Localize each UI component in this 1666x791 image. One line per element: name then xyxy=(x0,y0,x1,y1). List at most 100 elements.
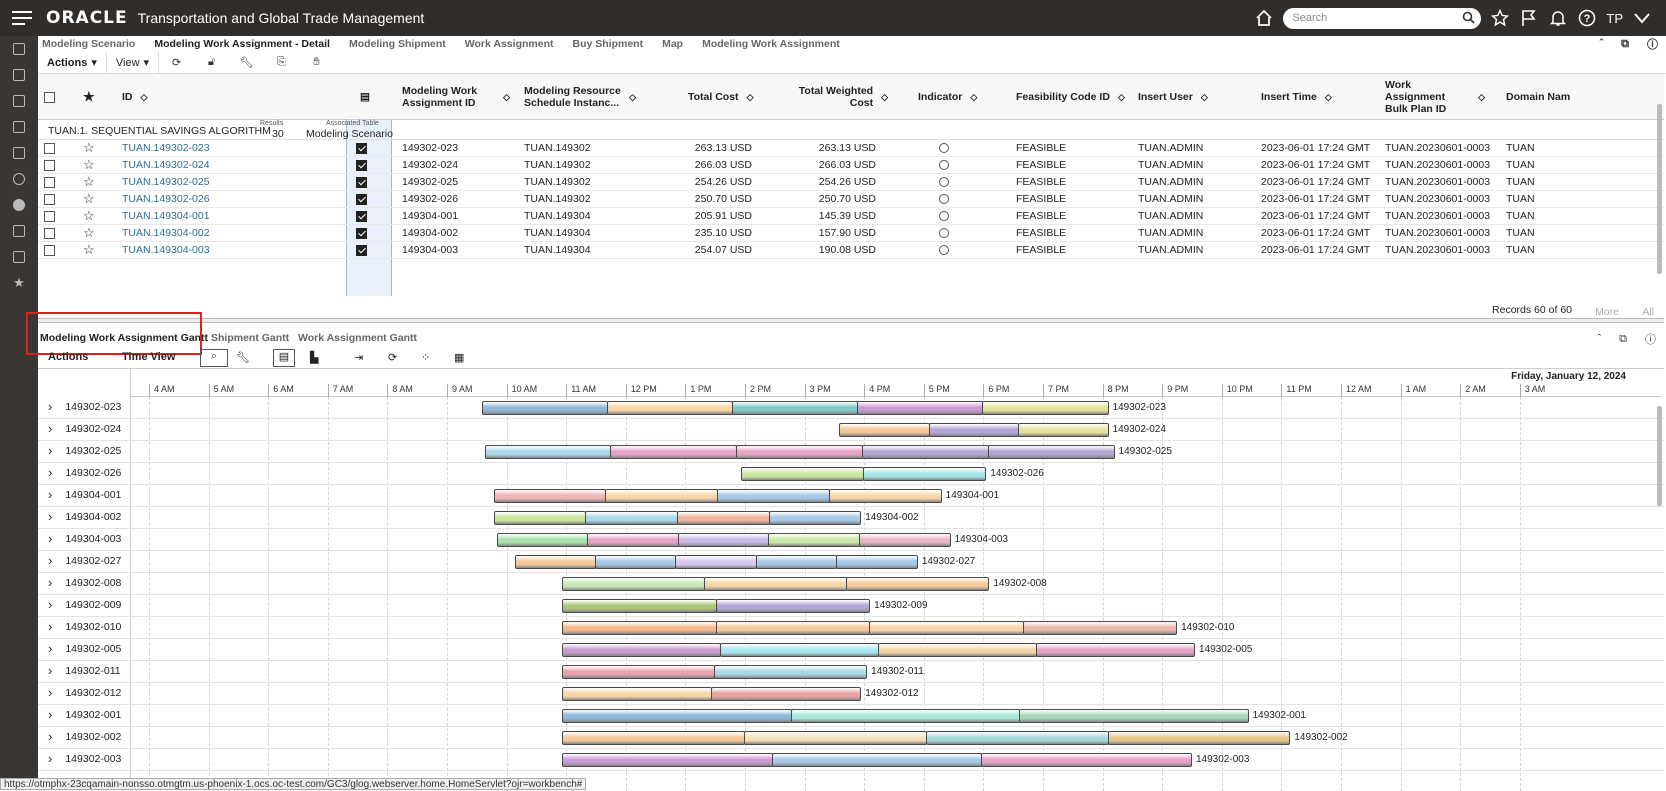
gantt-bar-segment[interactable] xyxy=(717,489,830,503)
gantt-scrollbar[interactable] xyxy=(1657,406,1662,506)
table-row[interactable]: ☆ TUAN.149302-023 149302-023 TUAN.149302 263… xyxy=(38,140,1664,157)
gantt-bar-segment[interactable] xyxy=(481,401,608,415)
expand-chevron-icon[interactable]: › xyxy=(48,619,52,634)
sidebar-star-icon[interactable]: ★ xyxy=(0,270,38,296)
panel-splitter[interactable] xyxy=(38,318,1664,323)
gantt-bar-segment[interactable] xyxy=(869,621,1024,635)
gantt-grid-icon[interactable]: ⁘ xyxy=(421,351,430,364)
gantt-row[interactable]: › 149302-025 149302-025 xyxy=(38,441,1664,463)
expand-chevron-icon[interactable]: › xyxy=(48,597,52,612)
gantt-bar-segment[interactable] xyxy=(755,555,838,569)
bell-icon[interactable] xyxy=(1548,8,1568,28)
table-row[interactable]: ☆ TUAN.149304-001 149304-001 TUAN.149304 205… xyxy=(38,208,1664,225)
info-icon[interactable]: ⓘ xyxy=(1647,36,1658,52)
sidebar-info-icon[interactable] xyxy=(0,192,38,218)
time-view-menu[interactable]: Time View xyxy=(122,351,175,363)
row-id-link[interactable]: TUAN.149302-026 xyxy=(122,191,210,208)
gantt-row[interactable]: › 149302-026 149302-026 xyxy=(38,463,1664,485)
col-bulk-plan[interactable]: Work Assignment Bulk Plan ID ◇ xyxy=(1385,74,1485,120)
gantt-bar-segment[interactable] xyxy=(771,753,983,767)
indicator-radio[interactable] xyxy=(939,225,949,242)
expand-chevron-icon[interactable]: › xyxy=(48,531,52,546)
table-row[interactable]: ☆ TUAN.149304-003 149304-003 TUAN.149304 254… xyxy=(38,242,1664,259)
gantt-bar-segment[interactable] xyxy=(1036,643,1195,657)
gantt-bar-segment[interactable] xyxy=(987,445,1115,459)
gantt-bar-segment[interactable] xyxy=(676,511,770,525)
expand-chevron-icon[interactable]: › xyxy=(48,751,52,766)
grid-scrollbar[interactable] xyxy=(1657,104,1662,274)
indicator-radio[interactable] xyxy=(939,157,949,174)
row-id-link[interactable]: TUAN.149304-001 xyxy=(122,208,210,225)
gantt-export-icon[interactable]: ⇥ xyxy=(354,351,363,364)
gantt-row[interactable]: › 149302-023 149302-023 xyxy=(38,397,1664,419)
gantt-list-icon[interactable]: ▤ xyxy=(273,349,295,367)
col-insert-time[interactable]: Insert Time ◇ xyxy=(1261,74,1332,120)
gantt-bar-segment[interactable] xyxy=(585,511,678,525)
tab-0[interactable]: Modeling Scenario xyxy=(42,38,135,50)
gantt-row[interactable]: › 149302-011 149302-011 xyxy=(38,661,1664,683)
gantt-bar-segment[interactable] xyxy=(562,577,706,591)
expand-chevron-icon[interactable]: › xyxy=(48,509,52,524)
gantt-bar-segment[interactable] xyxy=(562,753,773,767)
gantt-bar-segment[interactable] xyxy=(562,731,745,745)
row-id-link[interactable]: TUAN.149304-002 xyxy=(122,225,210,242)
help-icon[interactable]: ? xyxy=(1577,8,1597,28)
home-icon[interactable] xyxy=(1254,8,1274,28)
gantt-bar-segment[interactable] xyxy=(736,445,863,459)
gantt-bar-segment[interactable] xyxy=(714,665,868,679)
row-id-link[interactable]: TUAN.149302-023 xyxy=(122,140,210,157)
col-weighted-cost[interactable]: Total Weighted Cost ◇ xyxy=(788,74,888,120)
refresh-icon[interactable]: ⟳ xyxy=(159,52,194,74)
gantt-row[interactable]: › 149304-003 149304-003 xyxy=(38,529,1664,551)
gantt-bar-segment[interactable] xyxy=(562,687,713,701)
sidebar-monitor-icon[interactable] xyxy=(0,218,38,244)
gantt-bar-segment[interactable] xyxy=(982,401,1109,415)
gantt-bar-segment[interactable] xyxy=(741,467,865,481)
table-row[interactable]: ☆ TUAN.149304-002 149304-002 TUAN.149304 235… xyxy=(38,225,1664,242)
favorite-star-icon[interactable]: ☆ xyxy=(83,140,95,156)
more-button[interactable]: More xyxy=(1595,306,1619,318)
col-table-icon[interactable]: ▤ xyxy=(360,74,370,120)
tab-3[interactable]: Work Assignment xyxy=(465,38,554,50)
row-selected-checkbox[interactable] xyxy=(356,245,367,262)
gantt-bar-segment[interactable] xyxy=(715,599,871,613)
favorite-star-icon[interactable]: ☆ xyxy=(83,190,95,207)
gantt-row[interactable]: › 149304-002 149304-002 xyxy=(38,507,1664,529)
gantt-row[interactable]: › 149302-008 149302-008 xyxy=(38,573,1664,595)
row-checkbox[interactable] xyxy=(44,245,55,262)
expand-chevron-icon[interactable]: › xyxy=(48,641,52,656)
gantt-bar-segment[interactable] xyxy=(720,643,880,657)
unlock-icon[interactable]: 🔓︎ xyxy=(194,52,229,74)
sidebar-refresh-icon[interactable] xyxy=(0,166,38,192)
group-row[interactable]: TUAN.1. SEQUENTIAL SAVINGS ALGORITHM Res… xyxy=(38,120,1664,140)
gantt-row[interactable]: › 149302-010 149302-010 xyxy=(38,617,1664,639)
select-all-checkbox[interactable] xyxy=(44,91,55,103)
favorite-star-icon[interactable]: ☆ xyxy=(83,241,95,258)
gantt-row[interactable]: › 149302-009 149302-009 xyxy=(38,595,1664,617)
indicator-radio[interactable] xyxy=(939,174,949,191)
gantt-row[interactable]: › 149302-024 149302-024 xyxy=(38,419,1664,441)
gantt-bar-segment[interactable] xyxy=(493,489,607,503)
gantt-bar-segment[interactable] xyxy=(610,445,738,459)
user-avatar[interactable]: TP xyxy=(1606,11,1623,26)
tab-4[interactable]: Buy Shipment xyxy=(572,38,643,50)
expand-chevron-icon[interactable]: › xyxy=(48,663,52,678)
gantt-row[interactable]: › 149302-027 149302-027 xyxy=(38,551,1664,573)
gantt-bar-segment[interactable] xyxy=(839,423,930,437)
gantt-bar-segment[interactable] xyxy=(677,533,770,547)
indicator-radio[interactable] xyxy=(939,208,949,225)
gantt-bar-segment[interactable] xyxy=(704,577,848,591)
gantt-bar-segment[interactable] xyxy=(595,555,677,569)
tab-5[interactable]: Map xyxy=(662,38,683,50)
favorites-star-icon[interactable] xyxy=(1490,8,1510,28)
copy-icon[interactable]: ⎘ xyxy=(264,52,299,74)
expand-chevron-icon[interactable]: › xyxy=(48,421,52,436)
gantt-bar-segment[interactable] xyxy=(493,511,587,525)
gantt-row[interactable]: › 149302-002 149302-002 xyxy=(38,727,1664,749)
gantt-bar-segment[interactable] xyxy=(1022,621,1178,635)
indicator-radio[interactable] xyxy=(939,242,949,259)
gantt-calendar-icon[interactable]: ▦ xyxy=(454,351,464,364)
gantt-wrench-icon[interactable]: 🔧︎ xyxy=(236,351,250,364)
col-insert-user[interactable]: Insert User ◇ xyxy=(1138,74,1208,120)
gantt-bar-segment[interactable] xyxy=(605,489,719,503)
